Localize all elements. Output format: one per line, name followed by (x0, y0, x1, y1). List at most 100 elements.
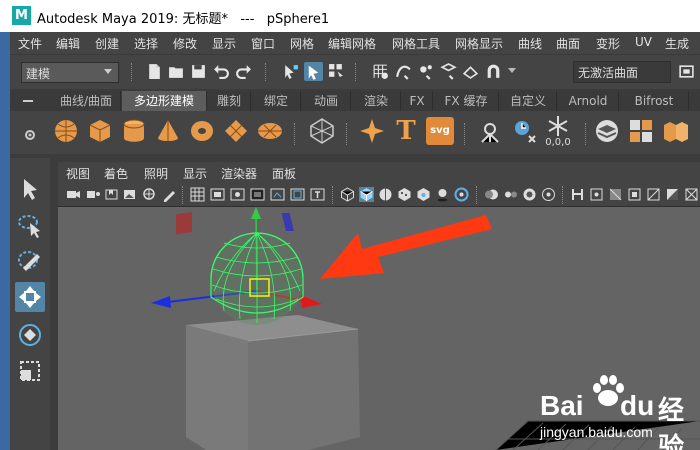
panel-menu-panels[interactable]: 面板 (272, 165, 296, 182)
image-plane-icon[interactable] (122, 187, 137, 202)
menu-deform[interactable]: 变形 (596, 35, 620, 52)
film-gate-icon[interactable] (210, 187, 225, 202)
save-scene-icon[interactable] (190, 63, 207, 80)
camera-attributes-icon[interactable] (86, 187, 101, 202)
lasso-tool-icon[interactable] (15, 210, 45, 240)
tab-custom[interactable]: 自定义 (500, 91, 557, 111)
gate-mask-icon[interactable] (250, 187, 265, 202)
poly-sphere-selected[interactable] (210, 232, 304, 325)
platonic-solid-icon[interactable] (308, 117, 336, 145)
new-scene-icon[interactable] (146, 63, 163, 80)
safe-title-icon[interactable] (310, 187, 325, 202)
xray-components-icon[interactable] (608, 187, 623, 202)
menu-edit[interactable]: 编辑 (56, 35, 80, 52)
move-tool-icon[interactable] (15, 282, 45, 312)
render-icon[interactable] (678, 63, 695, 80)
camera-select-icon[interactable] (66, 187, 81, 202)
tripod-icon[interactable] (476, 117, 504, 145)
type-tool-icon[interactable]: T (392, 117, 420, 145)
menu-modify[interactable]: 修改 (173, 35, 197, 52)
tab-fx-caching[interactable]: FX 缓存 (434, 91, 499, 111)
shelf-menu-icon[interactable] (21, 94, 35, 108)
color-management-icon[interactable] (684, 187, 699, 202)
menu-set-dropdown[interactable]: 建模 (21, 62, 119, 83)
poly-cone-icon[interactable] (154, 117, 182, 145)
panel-menu-shading[interactable]: 着色 (104, 165, 128, 182)
menu-uv[interactable]: UV (635, 35, 652, 49)
menu-curves[interactable]: 曲线 (518, 35, 542, 52)
super-shape-icon[interactable] (358, 117, 386, 145)
snowflake-icon[interactable] (544, 115, 572, 137)
scale-tool-icon[interactable] (15, 356, 45, 386)
panel-menu-renderer[interactable]: 渲染器 (221, 165, 257, 182)
exposure-icon[interactable] (665, 187, 680, 202)
tab-bifrost[interactable]: Bifrost (620, 91, 689, 111)
wireframe-icon[interactable] (340, 187, 355, 202)
poly-cube[interactable] (186, 315, 360, 450)
snap-to-curve-icon[interactable] (395, 63, 412, 80)
xray-icon[interactable] (570, 187, 585, 202)
svg-tool-icon[interactable]: svg (426, 117, 454, 145)
tab-animation[interactable]: 动画 (302, 91, 351, 111)
poly-torus-icon[interactable] (188, 117, 216, 145)
tab-poly-modeling[interactable]: 多边形建模 (122, 91, 207, 111)
textured-icon[interactable] (397, 187, 412, 202)
redo-icon[interactable] (235, 63, 252, 80)
combine-icon[interactable] (627, 117, 655, 145)
snap-to-live-icon[interactable] (462, 63, 479, 80)
paint-select-tool-icon[interactable] (15, 246, 45, 276)
gamma-icon[interactable] (646, 187, 661, 202)
snap-to-point-icon[interactable] (417, 63, 434, 80)
tab-rigging[interactable]: 绑定 (252, 91, 301, 111)
wireframe-on-shaded-icon[interactable] (378, 187, 393, 202)
menu-display[interactable]: 显示 (212, 35, 236, 52)
isolate-select-icon[interactable] (541, 187, 556, 202)
clock-delete-icon[interactable] (510, 117, 538, 145)
tab-sculpting[interactable]: 雕刻 (208, 91, 251, 111)
snap-to-view-plane-icon[interactable] (440, 63, 457, 80)
motion-blur-icon[interactable] (484, 187, 499, 202)
menu-surfaces[interactable]: 曲面 (556, 35, 580, 52)
tab-fx[interactable]: FX (402, 91, 433, 111)
gear-icon[interactable] (23, 128, 37, 142)
safe-action-icon[interactable] (290, 187, 305, 202)
select-hierarchy-icon[interactable] (282, 63, 299, 80)
depth-of-field-icon[interactable] (522, 187, 537, 202)
field-chart-icon[interactable] (270, 187, 285, 202)
poly-cube-icon[interactable] (86, 117, 114, 145)
tab-rendering[interactable]: 渲染 (352, 91, 401, 111)
undo-icon[interactable] (213, 63, 230, 80)
select-tool-icon[interactable] (15, 174, 45, 204)
xray-joints-icon[interactable] (589, 187, 604, 202)
grid-toggle-icon[interactable] (190, 187, 205, 202)
ambient-occlusion-icon[interactable] (454, 187, 469, 202)
menu-mesh-tools[interactable]: 网格工具 (392, 35, 440, 52)
panel-menu-lighting[interactable]: 照明 (144, 165, 168, 182)
tab-curves-surfaces[interactable]: 曲线/曲面 (52, 91, 121, 111)
sequence-icon[interactable] (627, 187, 642, 202)
select-object-icon[interactable] (304, 62, 323, 81)
menu-generate[interactable]: 生成 (665, 35, 689, 52)
bookmarks-icon[interactable] (104, 187, 119, 202)
viewport-persp[interactable]: Bai du 经验 jingyan.baidu.com (58, 207, 700, 450)
panel-menu-view[interactable]: 视图 (66, 165, 90, 182)
smooth-shade-icon[interactable] (359, 187, 374, 202)
menu-mesh[interactable]: 网格 (290, 35, 314, 52)
grease-pencil-icon[interactable] (162, 187, 177, 202)
resolution-gate-icon[interactable] (230, 187, 245, 202)
rotate-tool-icon[interactable] (15, 320, 45, 350)
tab-arnold[interactable]: Arnold (558, 91, 619, 111)
menu-create[interactable]: 创建 (95, 35, 119, 52)
select-component-icon[interactable] (328, 63, 345, 80)
poly-plane-icon[interactable] (222, 117, 250, 145)
live-surface-field[interactable]: 无激活曲面 (573, 61, 671, 83)
magnet-icon[interactable] (485, 63, 502, 80)
menu-edit-mesh[interactable]: 编辑网格 (328, 35, 376, 52)
open-scene-icon[interactable] (168, 63, 185, 80)
2d-pan-zoom-icon[interactable] (142, 187, 157, 202)
poly-sphere-icon[interactable] (52, 117, 80, 145)
menu-file[interactable]: 文件 (18, 35, 42, 52)
menu-select[interactable]: 选择 (134, 35, 158, 52)
panel-menu-show[interactable]: 显示 (183, 165, 207, 182)
snap-to-grid-icon[interactable] (372, 63, 389, 80)
